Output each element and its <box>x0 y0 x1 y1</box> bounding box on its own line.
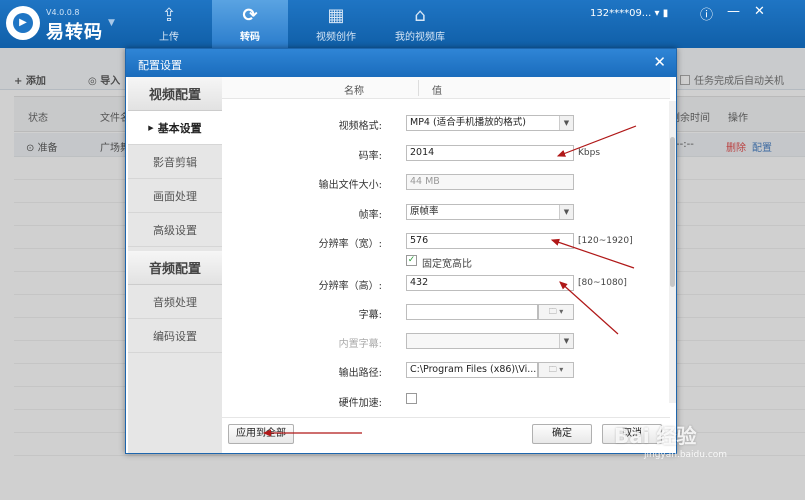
bitrate-unit: Kbps <box>578 148 601 158</box>
app-version: V4.0.0.8 <box>46 8 80 17</box>
info-icon[interactable]: ⓘ <box>700 4 713 23</box>
arrow-right-icon: ▶ <box>148 123 154 132</box>
tab-video-create[interactable]: ▦ 视频创作 <box>300 0 372 48</box>
scrollbar-thumb[interactable] <box>670 137 675 287</box>
sidebar-item-picture[interactable]: 画面处理 <box>128 179 222 213</box>
close-window-icon[interactable]: ✕ <box>754 4 765 23</box>
section-video-config[interactable]: 视频配置 <box>128 77 222 111</box>
tab-my-library[interactable]: ⌂ 我的视频库 <box>384 0 456 48</box>
sidebar-item-basic[interactable]: ▶ 基本设置 <box>128 111 222 145</box>
dialog-footer: 应用到全部 确定 取消 <box>222 417 670 453</box>
subtitle-label: 字幕: <box>358 310 382 321</box>
height-input[interactable]: 432 <box>406 275 574 291</box>
sidebar-item-audio[interactable]: 音频处理 <box>128 285 222 319</box>
settings-column-header: 名称 值 <box>222 77 670 99</box>
apply-all-button[interactable]: 应用到全部 <box>228 424 294 444</box>
app-menu-icon[interactable]: ▼ <box>108 18 115 28</box>
app-logo: ▶ <box>6 6 40 40</box>
config-sidebar: 视频配置 ▶ 基本设置 影音剪辑 画面处理 高级设置 音频配置 音频处理 编码设置 <box>128 77 222 453</box>
height-range: [80~1080] <box>578 278 627 288</box>
sidebar-item-edit[interactable]: 影音剪辑 <box>128 145 222 179</box>
subtitle-input[interactable] <box>406 304 538 320</box>
settings-scrollbar[interactable] <box>669 101 676 403</box>
user-account[interactable]: 132****09... ▾ ▮ <box>590 8 668 19</box>
format-label: 视频格式: <box>338 121 382 132</box>
folder-icon: 🗀 <box>548 365 557 374</box>
embedded-subtitle-select: ▼ <box>406 333 574 349</box>
dropdown-arrow-icon: ▼ <box>559 205 573 219</box>
section-audio-config[interactable]: 音频配置 <box>128 251 222 285</box>
keep-ratio-label: 固定宽高比 <box>422 259 472 270</box>
bitrate-input[interactable]: 2014 <box>406 145 574 161</box>
sidebar-item-encode[interactable]: 编码设置 <box>128 319 222 353</box>
tab-convert[interactable]: ⟳ 转码 <box>212 0 288 48</box>
minimize-icon[interactable]: — <box>727 4 740 23</box>
filesize-label: 输出文件大小: <box>318 180 382 191</box>
format-select[interactable]: MP4 (适合手机播放的格式) ▼ <box>406 115 574 131</box>
width-input[interactable]: 576 <box>406 233 574 249</box>
dropdown-arrow-icon: ▼ <box>559 116 573 130</box>
folder-button[interactable]: 🗀 ▾ <box>538 304 574 320</box>
hw-accel-checkbox[interactable] <box>406 393 417 404</box>
bitrate-label: 码率: <box>358 151 382 162</box>
width-range: [120~1920] <box>578 236 633 246</box>
framerate-select[interactable]: 原帧率 ▼ <box>406 204 574 220</box>
watermark-url: jingyan.baidu.com <box>644 450 728 460</box>
output-path-label: 输出路径: <box>338 368 382 379</box>
config-dialog: 配置设置 ✕ 视频配置 ▶ 基本设置 影音剪辑 画面处理 高级设置 音频配置 音频… <box>125 48 677 454</box>
embedded-subtitle-label: 内置字幕: <box>338 339 382 350</box>
col-name: 名称 <box>344 86 364 97</box>
col-value: 值 <box>432 86 442 97</box>
tab-upload[interactable]: ⇪ 上传 <box>140 0 198 48</box>
settings-panel: 名称 值 视频格式: MP4 (适合手机播放的格式) ▼ 码率: 2014 Kbp… <box>222 77 670 417</box>
folder-button[interactable]: 🗀 ▾ <box>538 362 574 378</box>
close-icon[interactable]: ✕ <box>653 54 666 70</box>
app-name: 易转码 <box>46 22 103 43</box>
output-path-input[interactable]: C:\Program Files (x86)\Vi... <box>406 362 538 378</box>
dialog-title: 配置设置 <box>138 59 182 72</box>
width-label: 分辨率（宽）: <box>318 239 382 250</box>
keep-ratio-checkbox[interactable]: ✓ <box>406 255 417 266</box>
hw-accel-label: 硬件加速: <box>338 398 382 409</box>
folder-icon: 🗀 <box>548 307 557 316</box>
dialog-titlebar: 配置设置 ✕ <box>126 49 676 77</box>
filesize-field: 44 MB <box>406 174 574 190</box>
home-icon: ⌂ <box>414 4 426 26</box>
height-label: 分辨率（高）: <box>318 281 382 292</box>
sidebar-item-advanced[interactable]: 高级设置 <box>128 213 222 247</box>
app-titlebar: ▶ V4.0.0.8 易转码 ▼ ⇪ 上传 ⟳ 转码 ▦ 视频创作 ⌂ 我的视频… <box>0 0 805 48</box>
upload-icon: ⇪ <box>161 4 177 26</box>
framerate-label: 帧率: <box>358 210 382 221</box>
film-icon: ▦ <box>327 4 345 26</box>
watermark-logo: Bai 经验 <box>614 424 697 448</box>
dropdown-arrow-icon: ▼ <box>559 334 573 348</box>
ok-button[interactable]: 确定 <box>532 424 592 444</box>
convert-icon: ⟳ <box>242 4 258 26</box>
